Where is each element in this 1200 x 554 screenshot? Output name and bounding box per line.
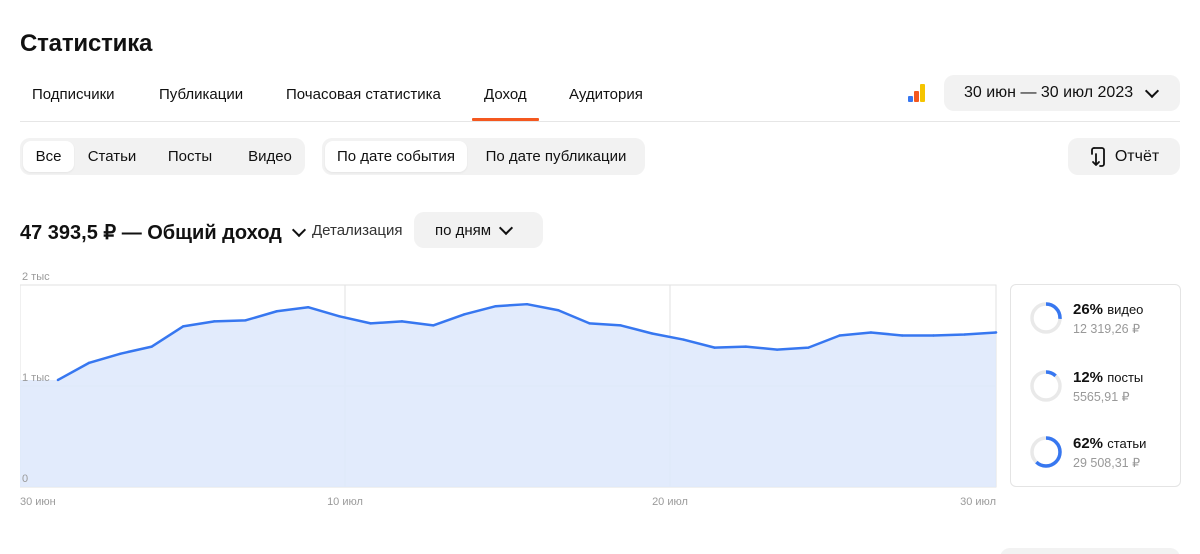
video-percent: 26%	[1073, 301, 1104, 318]
detail-dropdown[interactable]: по дням	[414, 212, 543, 248]
data-point	[588, 322, 591, 325]
data-point	[557, 309, 560, 312]
y-tick-label: 2 тыс	[22, 271, 50, 283]
posts-share-donut	[1030, 370, 1062, 402]
total-income-dropdown[interactable]: 47 393,5 ₽ — Общий доход	[20, 220, 306, 245]
report-button[interactable]: Отчёт	[1068, 138, 1180, 175]
data-point	[432, 324, 435, 327]
data-point	[181, 325, 185, 328]
data-point	[525, 302, 529, 306]
articles-amount: 29 508,31 ₽	[1073, 456, 1141, 470]
articles-share-donut	[1030, 436, 1062, 468]
data-point	[56, 378, 60, 382]
y-tick-label: 0	[22, 473, 28, 485]
report-label: Отчёт	[1114, 147, 1160, 165]
articles-name: статьи	[1107, 436, 1147, 451]
data-point	[369, 322, 372, 325]
tab-audience[interactable]: Аудитория	[569, 86, 643, 103]
data-point	[119, 352, 122, 355]
series-area	[20, 304, 996, 487]
data-point	[463, 313, 466, 316]
data-point	[338, 315, 341, 318]
mode-by-event-date[interactable]: По дате события	[325, 141, 467, 172]
data-point	[213, 320, 216, 323]
date-mode-filter: По дате события По дате публикации	[322, 138, 645, 175]
data-point	[494, 305, 497, 308]
tab-income[interactable]: Доход	[472, 86, 539, 121]
data-point	[775, 348, 779, 351]
detail-label: Детализация	[312, 222, 403, 239]
mode-by-publication-date[interactable]: По дате публикации	[472, 141, 640, 172]
video-amount: 12 319,26 ₽	[1073, 322, 1141, 336]
video-share-donut	[1030, 302, 1062, 334]
posts-percent: 12%	[1073, 369, 1104, 386]
filter-all[interactable]: Все	[23, 141, 74, 172]
report-export-icon	[1090, 146, 1105, 167]
breakdown-articles: 62% статьи 29 508,31 ₽	[1029, 435, 1179, 475]
data-point	[963, 333, 966, 336]
data-point	[682, 338, 685, 341]
data-point	[994, 331, 998, 334]
x-tick-label: 30 июл	[960, 496, 996, 508]
data-point	[650, 332, 654, 335]
detail-value: по дням	[435, 221, 492, 239]
content-filter: Все Статьи Посты Видео	[20, 138, 305, 175]
x-tick-label: 30 июн	[20, 496, 56, 508]
breakdown-video: 26% видео 12 319,26 ₽	[1029, 301, 1179, 341]
income-breakdown: 26% видео 12 319,26 ₽ 12% посты 5565,91 …	[1010, 284, 1181, 487]
posts-name: посты	[1107, 370, 1144, 385]
data-point	[306, 306, 310, 309]
posts-amount: 5565,91 ₽	[1073, 390, 1130, 404]
data-point	[932, 334, 935, 337]
data-point	[275, 310, 279, 313]
data-point	[838, 334, 841, 337]
page-title: Статистика	[20, 30, 153, 57]
income-area-chart: 0 1 тыс 2 тыс 30 июн 10 июл 20 июл 30 июл	[20, 271, 998, 508]
bar-chart-icon[interactable]	[908, 84, 928, 102]
data-point	[744, 345, 748, 348]
x-tick-label: 10 июл	[327, 496, 363, 508]
chevron-down-icon	[1145, 83, 1160, 98]
y-tick-label: 1 тыс	[22, 372, 50, 384]
filter-posts[interactable]: Посты	[162, 141, 218, 172]
data-point	[244, 319, 247, 322]
filter-video[interactable]: Видео	[239, 141, 301, 172]
data-point	[807, 346, 810, 349]
bottom-toggle[interactable]	[1000, 548, 1180, 554]
data-point	[619, 324, 622, 327]
tab-publications[interactable]: Публикации	[159, 86, 243, 103]
date-range-label: 30 июн — 30 июл 2023	[964, 84, 1134, 101]
total-income-label: 47 393,5 ₽ — Общий доход	[20, 222, 282, 244]
articles-percent: 62%	[1073, 435, 1104, 452]
breakdown-posts: 12% посты 5565,91 ₽	[1029, 369, 1179, 409]
data-point	[88, 361, 91, 364]
data-point	[150, 345, 153, 348]
data-point	[901, 334, 904, 337]
chevron-down-icon	[499, 220, 514, 235]
video-name: видео	[1107, 302, 1144, 317]
tab-subscribers[interactable]: Подписчики	[32, 86, 115, 103]
x-tick-label: 20 июл	[652, 496, 688, 508]
date-range-button[interactable]: 30 июн — 30 июл 2023	[944, 75, 1180, 111]
data-point	[400, 320, 404, 323]
tab-hourly-stats[interactable]: Почасовая статистика	[286, 86, 441, 103]
filter-articles[interactable]: Статьи	[83, 141, 141, 172]
chevron-down-icon	[291, 222, 306, 238]
data-point	[713, 346, 716, 349]
data-point	[869, 331, 873, 334]
